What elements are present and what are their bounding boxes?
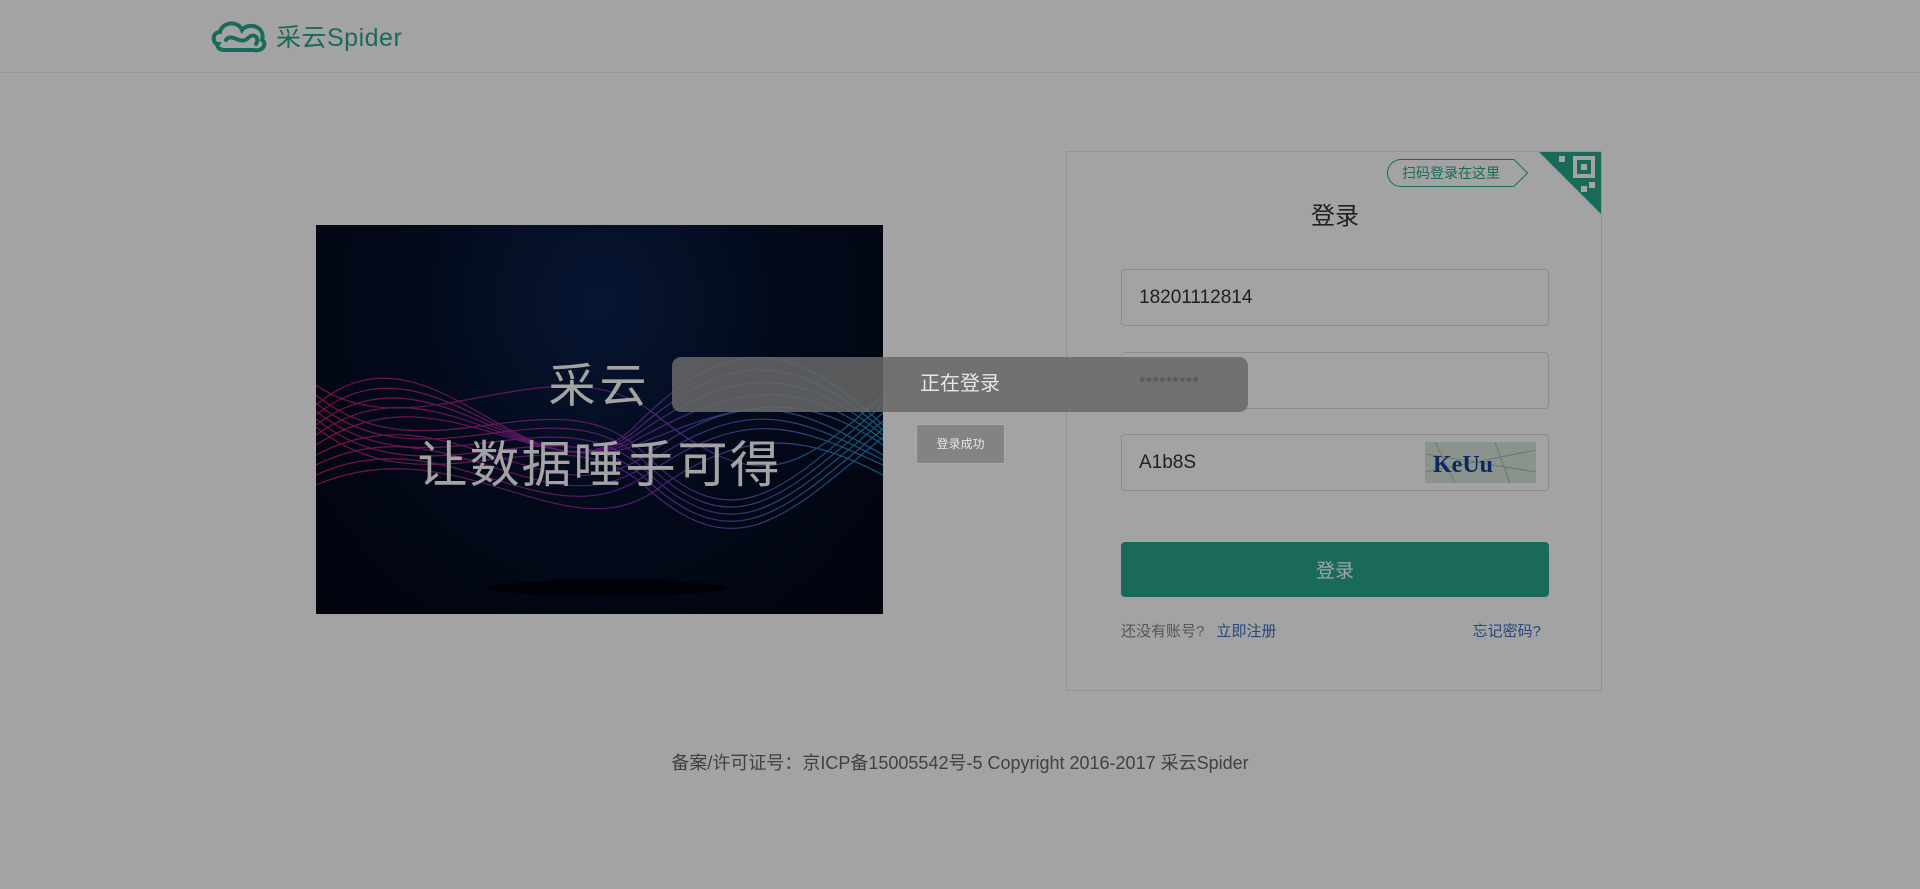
success-toast: 登录成功 <box>916 424 1005 464</box>
loading-indicator: 正在登录 <box>672 357 1248 412</box>
